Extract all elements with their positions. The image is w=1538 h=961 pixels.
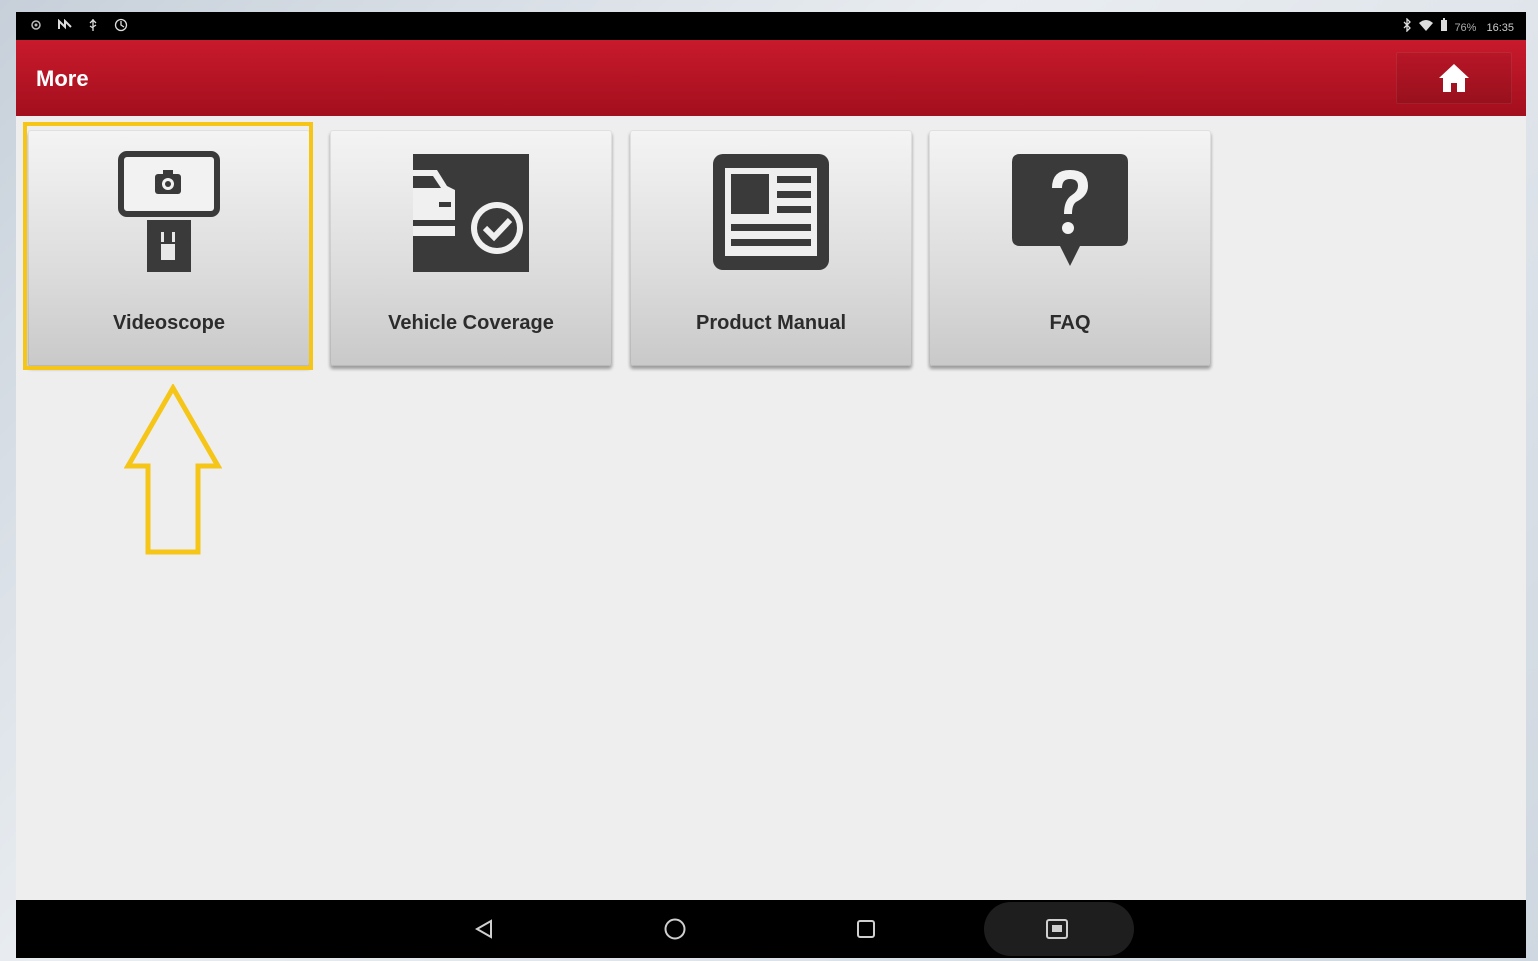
tile-faq[interactable]: FAQ bbox=[929, 130, 1211, 366]
status-bar: 76% 16:35 bbox=[16, 12, 1526, 40]
status-right-icons: 76% 16:35 bbox=[1402, 17, 1514, 37]
home-circle-icon bbox=[664, 918, 686, 940]
tile-label: FAQ bbox=[1049, 312, 1091, 334]
bluetooth-icon bbox=[1402, 17, 1412, 37]
recents-button[interactable] bbox=[848, 911, 884, 947]
clock: 16:35 bbox=[1486, 21, 1514, 34]
tile-label: Product Manual bbox=[695, 312, 846, 334]
sync-icon bbox=[114, 18, 128, 37]
tile-vehicle-coverage[interactable]: Vehicle Coverage bbox=[330, 130, 612, 366]
page-title: More bbox=[36, 66, 89, 91]
title-bar: More bbox=[16, 40, 1526, 116]
main-content: Videoscope Vehicle Coverage Product Manu… bbox=[16, 116, 1526, 900]
vehicle-coverage-icon bbox=[413, 154, 529, 272]
wifi-icon bbox=[1418, 19, 1434, 37]
up-arrow-icon bbox=[124, 384, 222, 555]
faq-icon bbox=[1012, 154, 1128, 266]
videoscope-icon bbox=[118, 151, 220, 272]
status-left-icons bbox=[30, 18, 128, 37]
battery-percent: 76% bbox=[1454, 21, 1477, 34]
battery-icon bbox=[1440, 18, 1448, 37]
settings-icon bbox=[30, 19, 42, 36]
usb-icon bbox=[88, 18, 98, 37]
notification-icon bbox=[58, 18, 72, 36]
home-icon bbox=[1439, 64, 1469, 92]
navigation-bar bbox=[16, 900, 1526, 958]
product-manual-icon bbox=[713, 154, 829, 270]
tile-label: Vehicle Coverage bbox=[388, 312, 554, 334]
screenshot-icon bbox=[1046, 919, 1068, 939]
tile-product-manual[interactable]: Product Manual bbox=[630, 130, 912, 366]
back-icon bbox=[474, 919, 492, 939]
tile-label: Videoscope bbox=[113, 312, 225, 334]
back-button[interactable] bbox=[466, 911, 502, 947]
tablet-screen: 76% 16:35 More Videoscope Vehicle Covera… bbox=[16, 12, 1526, 958]
recents-icon bbox=[857, 920, 875, 938]
screenshot-button[interactable] bbox=[1039, 911, 1075, 947]
nav-home-button[interactable] bbox=[657, 911, 693, 947]
home-button[interactable] bbox=[1396, 52, 1512, 104]
tile-videoscope[interactable]: Videoscope bbox=[28, 130, 310, 366]
